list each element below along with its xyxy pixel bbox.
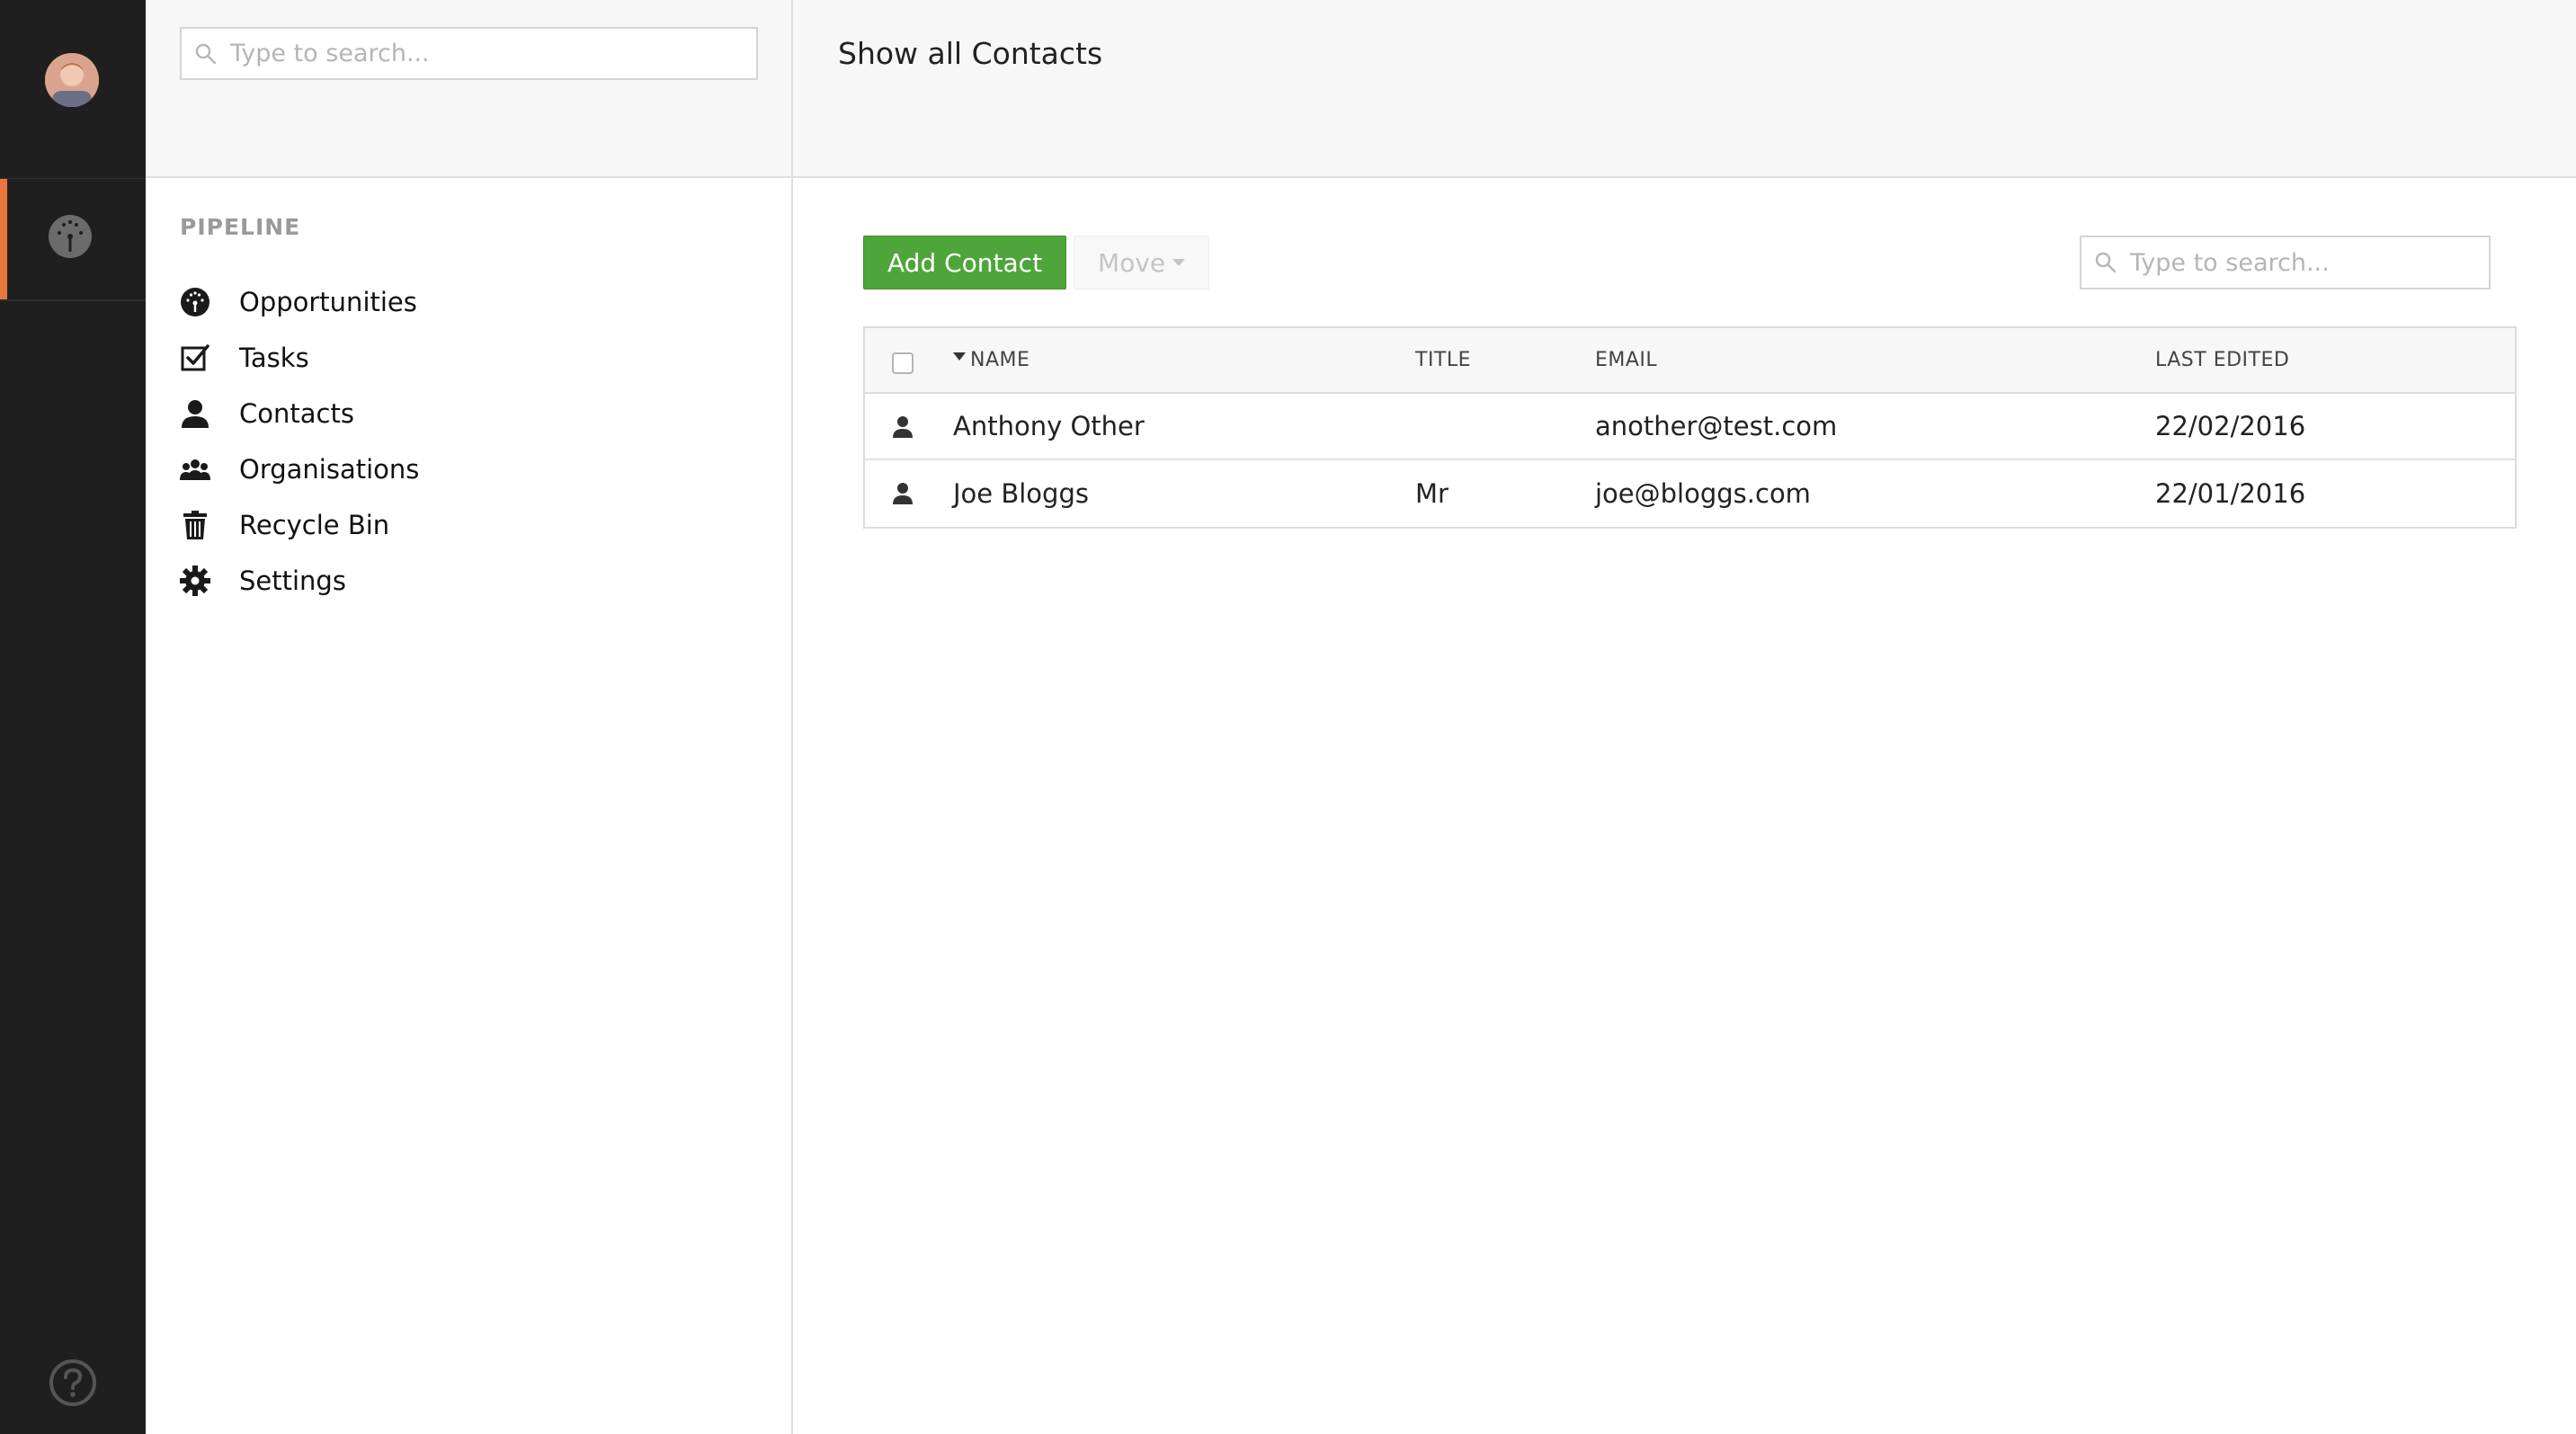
- cell-name[interactable]: Joe Bloggs: [953, 460, 1089, 527]
- checkbox-icon: [181, 344, 209, 371]
- nav-item-settings[interactable]: Settings: [180, 553, 419, 609]
- main-header: Show all Contacts: [793, 0, 2576, 178]
- sidebar-search-input[interactable]: [230, 29, 756, 78]
- sort-desc-icon: [953, 352, 966, 361]
- cell-title: Mr: [1415, 478, 1448, 509]
- cell-last-edited: 22/02/2016: [2155, 411, 2306, 441]
- rail-divider: [0, 299, 146, 301]
- trash-icon: [183, 511, 207, 539]
- nav-list: Opportunities Tasks Contacts Organisatio…: [180, 274, 419, 609]
- move-button-label: Move: [1098, 247, 1166, 278]
- contacts-search[interactable]: [2080, 236, 2491, 289]
- active-indicator: [0, 179, 7, 300]
- nav-item-label: Tasks: [239, 343, 309, 373]
- nav-item-tasks[interactable]: Tasks: [180, 330, 419, 386]
- person-icon: [893, 416, 913, 438]
- cell-name[interactable]: Anthony Other: [953, 394, 1145, 459]
- nav-panel: PIPELINE Opportunities: [146, 0, 793, 1434]
- nav-panel-header: [146, 0, 791, 178]
- cell-email[interactable]: another@test.com: [1595, 394, 1837, 459]
- nav-item-organisations[interactable]: Organisations: [180, 441, 419, 497]
- rail-item-dashboard[interactable]: [0, 179, 146, 300]
- table-row[interactable]: Anthony Other another@test.com 22/02/201…: [865, 394, 2515, 460]
- contacts-table: NAME TITLE EMAIL LAST EDITED Anthony Oth…: [863, 326, 2517, 529]
- search-icon: [2095, 252, 2117, 273]
- dashboard-icon: [49, 215, 92, 258]
- person-icon: [893, 483, 913, 504]
- column-header-name[interactable]: NAME: [953, 328, 1030, 392]
- nav-item-label: Recycle Bin: [239, 510, 390, 540]
- nav-item-label: Settings: [239, 566, 346, 596]
- nav-item-label: Opportunities: [239, 287, 417, 317]
- nav-item-label: Organisations: [239, 454, 420, 485]
- group-icon: [180, 459, 210, 480]
- cell-last-edited: 22/01/2016: [2155, 478, 2306, 509]
- search-icon: [195, 43, 217, 64]
- page-title: Show all Contacts: [838, 36, 1103, 71]
- help-icon[interactable]: [49, 1358, 97, 1407]
- chevron-down-icon: [1172, 259, 1186, 266]
- dashboard-icon: [181, 288, 209, 316]
- contacts-search-input[interactable]: [2130, 237, 2489, 288]
- section-label-pipeline: PIPELINE: [180, 214, 301, 240]
- nav-item-contacts[interactable]: Contacts: [180, 386, 419, 441]
- table-row[interactable]: Joe Bloggs Mr joe@bloggs.com 22/01/2016: [865, 460, 2515, 527]
- column-header-title[interactable]: TITLE: [1415, 328, 1471, 392]
- person-icon: [182, 400, 209, 428]
- table-header: NAME TITLE EMAIL LAST EDITED: [865, 328, 2515, 394]
- move-button[interactable]: Move: [1074, 236, 1210, 289]
- app-rail: [0, 0, 146, 1434]
- nav-item-opportunities[interactable]: Opportunities: [180, 274, 419, 330]
- column-header-last-edited[interactable]: LAST EDITED: [2155, 328, 2289, 392]
- nav-item-label: Contacts: [239, 398, 354, 429]
- app-root: PIPELINE Opportunities: [0, 0, 2576, 1434]
- column-header-label: NAME: [970, 349, 1030, 371]
- nav-item-recycle-bin[interactable]: Recycle Bin: [180, 497, 419, 553]
- add-contact-button[interactable]: Add Contact: [863, 236, 1067, 289]
- sidebar-search[interactable]: [180, 27, 758, 80]
- column-header-email[interactable]: EMAIL: [1595, 328, 1657, 392]
- cell-email[interactable]: joe@bloggs.com: [1595, 460, 1811, 527]
- user-avatar[interactable]: [45, 53, 99, 107]
- select-all-cell: [892, 328, 914, 392]
- toolbar: Add Contact Move: [863, 236, 1210, 289]
- select-all-checkbox[interactable]: [892, 352, 914, 374]
- gear-icon: [180, 566, 210, 596]
